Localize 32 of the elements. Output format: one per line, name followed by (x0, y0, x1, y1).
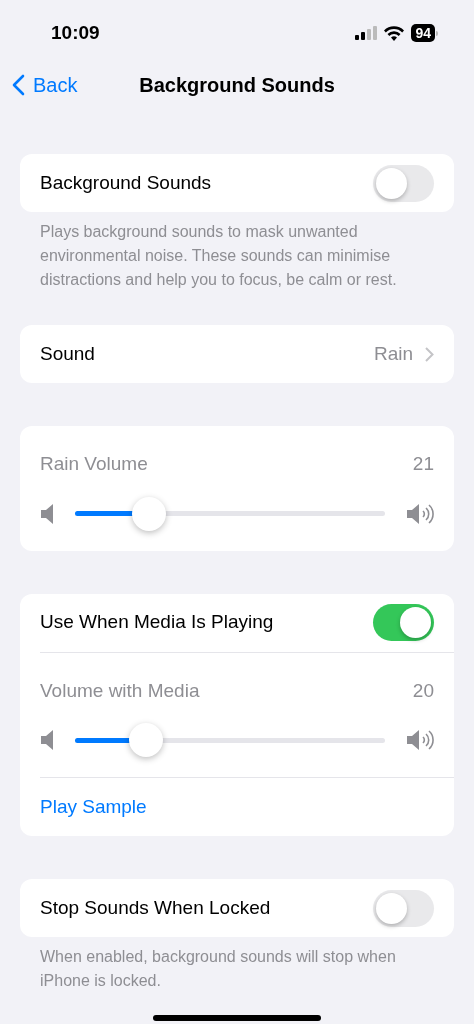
speaker-icon (40, 502, 54, 525)
slider-reading: 20 (412, 678, 434, 703)
speaker-icon (40, 729, 54, 751)
toggle-switch[interactable] (373, 889, 434, 927)
volume-slider[interactable] (75, 496, 385, 531)
setting-label: Sound (40, 341, 95, 366)
setting-label: Stop Sounds When Locked (40, 895, 271, 920)
chevron-right-icon (425, 346, 434, 362)
toggle-switch[interactable] (373, 604, 434, 641)
toggle-switch[interactable] (373, 164, 434, 202)
wifi-icon (384, 25, 405, 41)
page-title: Background Sounds (139, 73, 335, 98)
volume-slider[interactable] (75, 723, 385, 757)
setting-label: Background Sounds (40, 170, 212, 195)
sound-row[interactable]: Sound Rain (40, 325, 454, 383)
setting-value: Rain (373, 341, 413, 366)
slider-label: Volume with Media (40, 678, 200, 703)
section-footer: When enabled, background sounds will stop when iPhone is locked. (20, 937, 454, 993)
slider-reading: 21 (412, 452, 434, 476)
setting-label: Use When Media Is Playing (40, 610, 274, 635)
speaker-loud-icon (406, 502, 434, 525)
play-sample-link[interactable]: Play Sample (40, 792, 147, 822)
signal-icon (355, 26, 378, 40)
slider-thumb[interactable] (129, 723, 164, 757)
speaker-loud-icon (406, 729, 434, 751)
slider-thumb[interactable] (132, 496, 167, 531)
back-button[interactable]: Back (0, 70, 78, 100)
battery-level: 94 (411, 24, 435, 42)
status-time: 10:09 (51, 20, 100, 45)
slider-label: Rain Volume (40, 452, 148, 476)
chevron-left-icon (12, 74, 25, 96)
section-footer: Plays background sounds to mask unwanted environmental noise. These sounds can minimise distractions and help you to focus, be calm or rest. (20, 212, 454, 292)
